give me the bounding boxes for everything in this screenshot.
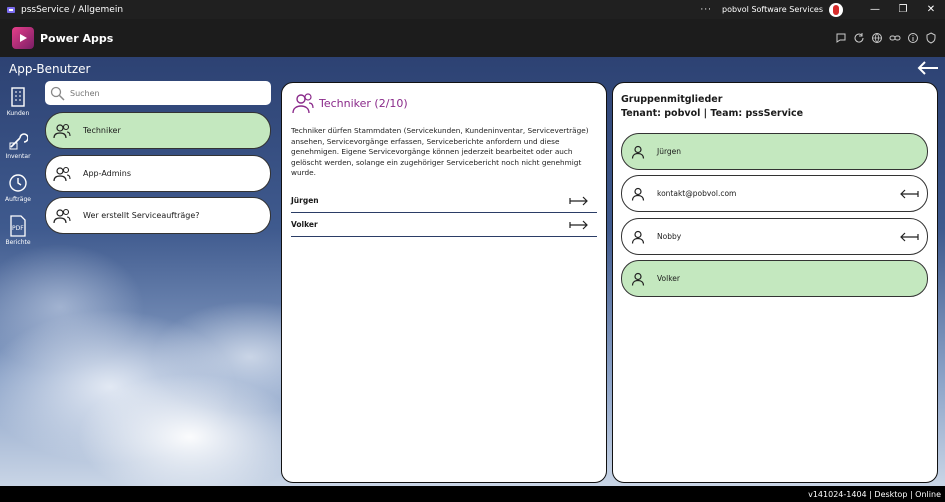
group-member-item[interactable]: Nobby [621, 218, 928, 255]
more-options-button[interactable]: ··· [700, 5, 712, 15]
role-detail-panel: Techniker (2/10) Techniker dürfen Stammd… [281, 82, 607, 483]
building-icon [11, 87, 25, 107]
arrow-left-to-bar-icon[interactable] [899, 232, 919, 242]
role-member-row[interactable]: Volker [291, 213, 597, 237]
role-label: Techniker [83, 126, 121, 135]
back-arrow-icon[interactable] [916, 60, 940, 76]
nav-item-kunden[interactable]: Kunden [0, 86, 36, 129]
status-text: v141024-1404 | Desktop | Online [808, 489, 941, 499]
role-detail-title: Techniker (2/10) [319, 96, 408, 110]
role-item-techniker[interactable]: Techniker [45, 112, 271, 149]
person-icon [631, 230, 645, 244]
users-icon [53, 208, 71, 223]
window-titlebar: pssService / Allgemein ··· pobvol Softwa… [0, 0, 945, 19]
person-icon [631, 272, 645, 286]
link-icon[interactable] [889, 32, 901, 44]
role-member-name: Volker [291, 220, 318, 229]
role-member-name: Jürgen [291, 196, 319, 205]
search-input[interactable] [70, 88, 250, 98]
nav-label-auftraege: Aufträge [5, 196, 31, 203]
group-member-name: Jürgen [657, 147, 682, 156]
powerapps-title: Power Apps [40, 31, 114, 45]
group-members-title: Gruppenmitglieder [621, 94, 723, 105]
group-members-header: Gruppenmitglieder Tenant: pobvol | Team:… [621, 93, 803, 121]
app-icon [7, 6, 15, 13]
group-member-item[interactable]: Jürgen [621, 133, 928, 170]
person-icon [631, 187, 645, 201]
svg-text:PDF: PDF [12, 225, 24, 232]
pdf-icon: PDF [10, 215, 26, 237]
group-member-item[interactable]: Volker [621, 260, 928, 297]
shield-icon[interactable] [925, 32, 937, 44]
maximize-button[interactable]: ❐ [889, 4, 917, 15]
role-item-serviceauftraege[interactable]: Wer erstellt Serviceaufträge? [45, 197, 271, 234]
role-item-app-admins[interactable]: App-Admins [45, 155, 271, 192]
powerapps-logo-icon [12, 27, 34, 49]
account-name[interactable]: pobvol Software Services [722, 5, 823, 14]
role-label: App-Admins [83, 169, 132, 178]
group-member-name: Nobby [657, 232, 682, 241]
arrow-right-to-bar-icon[interactable] [569, 220, 589, 230]
minimize-button[interactable]: — [861, 4, 889, 15]
group-members-panel: Gruppenmitglieder Tenant: pobvol | Team:… [612, 82, 938, 483]
page-title: App-Benutzer [9, 62, 91, 76]
chat-icon[interactable] [835, 32, 847, 44]
refresh-icon[interactable] [853, 32, 865, 44]
role-description: Techniker dürfen Stammdaten (Servicekund… [291, 126, 589, 177]
clock-icon [9, 174, 27, 192]
role-label: Wer erstellt Serviceaufträge? [83, 211, 200, 220]
nav-item-auftraege[interactable]: Aufträge [0, 172, 36, 215]
nav-item-inventar[interactable]: Inventar [0, 129, 36, 172]
powerapps-header: Power Apps [0, 19, 945, 57]
info-icon[interactable] [907, 32, 919, 44]
nav-label-inventar: Inventar [5, 153, 31, 160]
group-member-item[interactable]: kontakt@pobvol.com [621, 175, 928, 212]
group-member-name: Volker [657, 274, 680, 283]
users-icon [53, 123, 71, 138]
account-avatar[interactable] [829, 2, 843, 17]
globe-icon[interactable] [871, 32, 883, 44]
left-nav: Kunden Inventar Aufträge PDF Berichte [0, 86, 36, 258]
person-icon [631, 145, 645, 159]
search-icon [50, 86, 65, 101]
arrow-right-to-bar-icon[interactable] [569, 196, 589, 206]
role-detail-header: Techniker (2/10) [292, 92, 408, 114]
status-bar: v141024-1404 | Desktop | Online [0, 486, 945, 502]
users-icon [53, 166, 71, 181]
search-box[interactable] [45, 81, 271, 105]
nav-item-berichte[interactable]: PDF Berichte [0, 215, 36, 258]
group-members-subtitle: Tenant: pobvol | Team: pssService [621, 108, 804, 119]
wrench-icon [9, 133, 28, 150]
nav-label-berichte: Berichte [5, 239, 31, 246]
close-button[interactable]: ✕ [917, 4, 945, 15]
window-title: pssService / Allgemein [21, 4, 124, 15]
group-member-name: kontakt@pobvol.com [657, 189, 737, 198]
nav-label-kunden: Kunden [6, 110, 30, 117]
arrow-left-to-bar-icon[interactable] [899, 189, 919, 199]
users-icon [292, 93, 314, 114]
role-member-row[interactable]: Jürgen [291, 189, 597, 213]
